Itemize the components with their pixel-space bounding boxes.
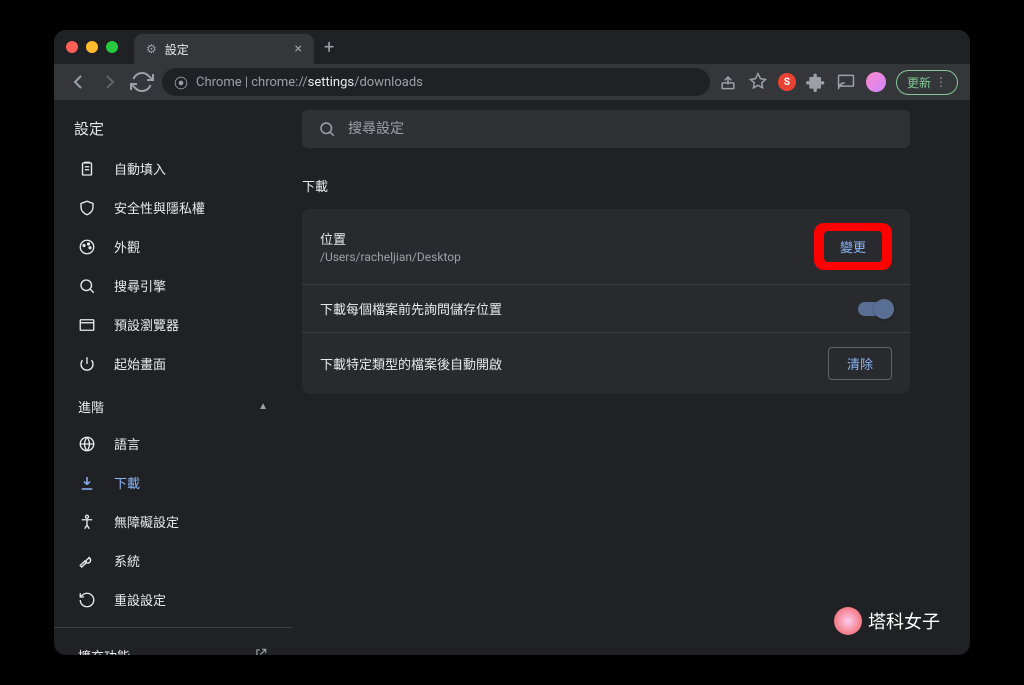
cast-icon[interactable] [836,72,856,92]
titlebar: ⚙ 設定 × + [54,30,970,64]
url-text: Chrome | chrome://settings/downloads [196,75,423,90]
sidebar-item-default-browser[interactable]: 預設瀏覽器 [54,305,292,344]
shield-icon [78,199,96,217]
sidebar-label: 外觀 [114,237,140,256]
search-icon [318,120,336,138]
extensions-icon[interactable] [806,72,826,92]
browser-toolbar: Chrome | chrome://settings/downloads S 更… [54,64,970,100]
close-tab-icon[interactable]: × [295,41,302,57]
sidebar-label: 自動填入 [114,159,166,178]
forward-button[interactable] [98,70,122,94]
auto-open-row: 下載特定類型的檔案後自動開啟 清除 [302,333,910,394]
sidebar-label: 無障礙設定 [114,512,179,531]
browser-tab[interactable]: ⚙ 設定 × [134,34,314,64]
chevron-up-icon: ▲ [258,401,268,412]
sidebar-label: 重設設定 [114,590,166,609]
location-path: /Users/racheljian/Desktop [320,250,461,264]
toolbar-actions: S 更新⋮ [718,70,958,95]
settings-sidebar: 設定 自動填入 安全性與隱私權 外觀 搜尋引擎 [54,100,292,655]
close-window-button[interactable] [66,41,78,53]
sidebar-label: 語言 [114,434,140,453]
back-button[interactable] [66,70,90,94]
wrench-icon [78,552,96,570]
bookmark-icon[interactable] [748,72,768,92]
download-location-row: 位置 /Users/racheljian/Desktop 變更 [302,209,910,285]
sidebar-advanced-toggle[interactable]: 進階 ▲ [54,383,292,424]
search-input[interactable] [348,121,894,137]
sidebar-item-downloads[interactable]: 下載 [54,463,292,502]
address-bar[interactable]: Chrome | chrome://settings/downloads [162,68,710,96]
settings-search[interactable] [302,110,910,148]
settings-content: 設定 自動填入 安全性與隱私權 外觀 搜尋引擎 [54,100,970,655]
sidebar-item-extensions[interactable]: 擴充功能 [54,636,292,655]
sidebar-label: 下載 [114,473,140,492]
ask-toggle[interactable] [858,302,892,316]
sidebar-item-search[interactable]: 搜尋引擎 [54,266,292,305]
sidebar-item-languages[interactable]: 語言 [54,424,292,463]
sidebar-item-system[interactable]: 系統 [54,541,292,580]
sidebar-item-appearance[interactable]: 外觀 [54,227,292,266]
sidebar-item-privacy[interactable]: 安全性與隱私權 [54,188,292,227]
power-icon [78,355,96,373]
sidebar-label: 系統 [114,551,140,570]
accessibility-icon [78,513,96,531]
profile-avatar[interactable] [866,72,886,92]
browser-window: ⚙ 設定 × + Chrome | chrome://settings/down… [54,30,970,655]
sidebar-item-reset[interactable]: 重設設定 [54,580,292,619]
reload-button[interactable] [130,70,154,94]
highlight-box: 變更 [814,223,892,270]
download-icon [78,474,96,492]
downloads-card: 位置 /Users/racheljian/Desktop 變更 下載每個檔案前先… [302,209,910,394]
sidebar-item-accessibility[interactable]: 無障礙設定 [54,502,292,541]
external-link-icon [254,647,268,656]
sidebar-label: 安全性與隱私權 [114,198,205,217]
watermark-icon [834,607,862,635]
sidebar-item-startup[interactable]: 起始畫面 [54,344,292,383]
sidebar-item-autofill[interactable]: 自動填入 [54,149,292,188]
page-title: 設定 [54,100,292,149]
window-controls [66,41,118,53]
sidebar-label: 搜尋引擎 [114,276,166,295]
minimize-window-button[interactable] [86,41,98,53]
update-button[interactable]: 更新⋮ [896,70,958,95]
maximize-window-button[interactable] [106,41,118,53]
extension-s-icon[interactable]: S [778,73,796,91]
sidebar-label: 預設瀏覽器 [114,315,179,334]
new-tab-button[interactable]: + [324,37,334,58]
settings-main: 下載 位置 /Users/racheljian/Desktop 變更 下載每個檔… [292,100,970,655]
gear-icon: ⚙ [146,42,157,56]
search-icon [78,277,96,295]
autoopen-label: 下載特定類型的檔案後自動開啟 [320,354,502,373]
ask-label: 下載每個檔案前先詢問儲存位置 [320,299,502,318]
location-label: 位置 [320,229,461,248]
browser-icon [78,316,96,334]
section-title: 下載 [302,176,910,195]
sidebar-label: 起始畫面 [114,354,166,373]
clipboard-icon [78,160,96,178]
clear-button[interactable]: 清除 [828,347,892,380]
change-button[interactable]: 變更 [824,231,882,262]
share-icon[interactable] [718,72,738,92]
palette-icon [78,238,96,256]
chrome-icon [174,75,188,89]
tab-title: 設定 [165,41,287,58]
globe-icon [78,435,96,453]
watermark: 塔科女子 [834,607,940,635]
ask-before-download-row: 下載每個檔案前先詢問儲存位置 [302,285,910,333]
restore-icon [78,591,96,609]
